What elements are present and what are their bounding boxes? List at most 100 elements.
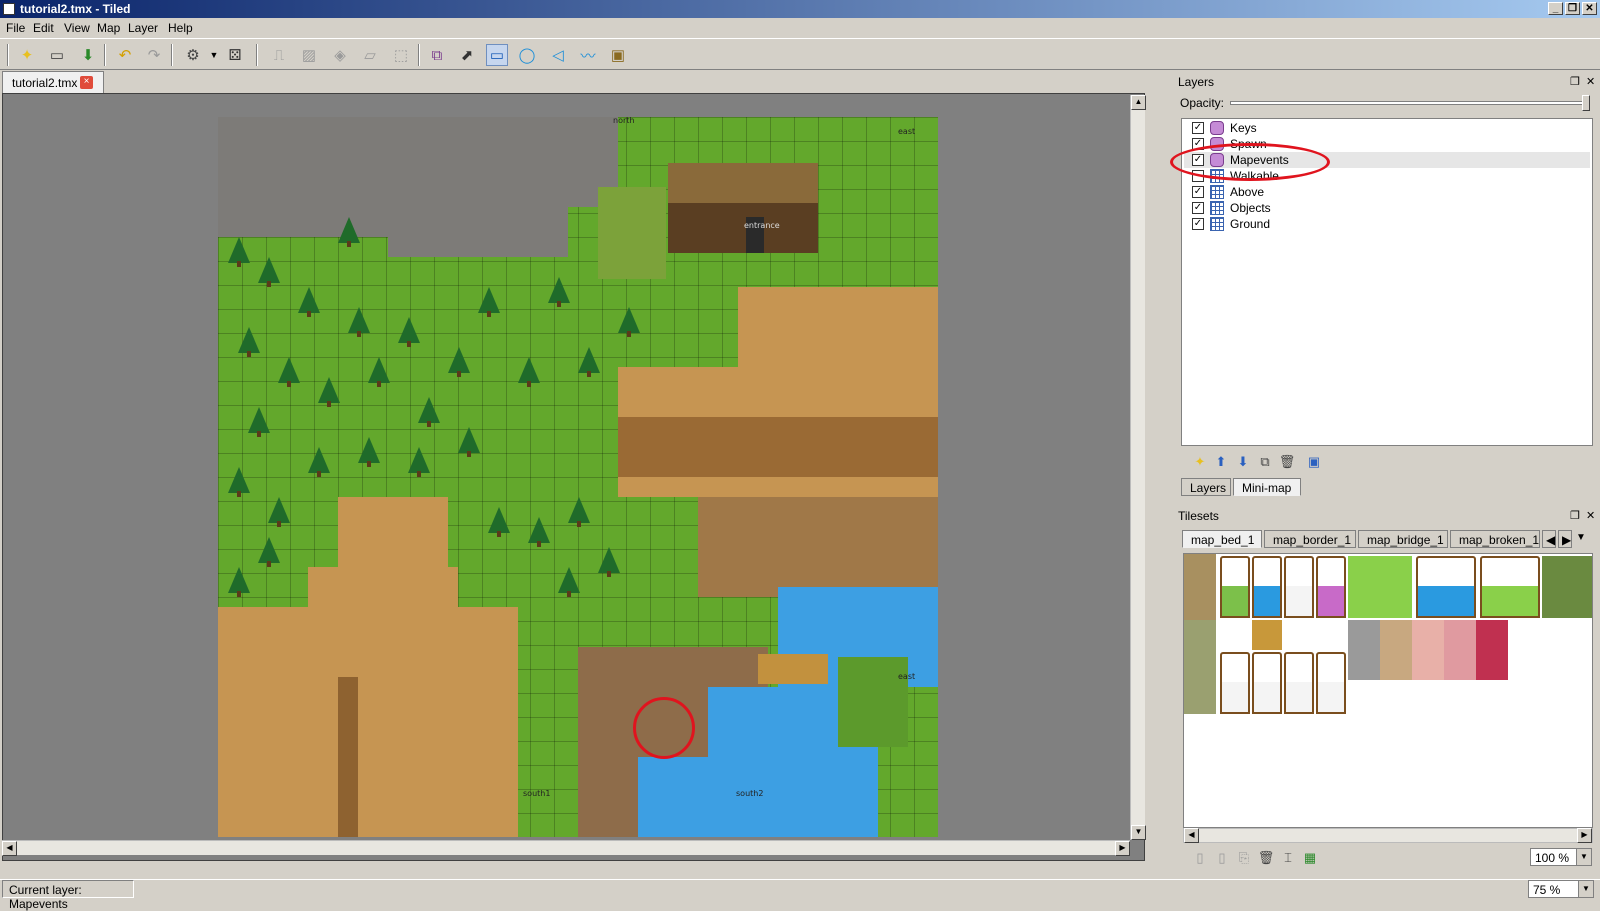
- tileset-zoom-select[interactable]: 100 % ▼: [1530, 848, 1592, 866]
- scroll-left-icon[interactable]: ◀: [2, 841, 17, 856]
- command-icon[interactable]: ⚙: [182, 44, 204, 66]
- layer-visibility-checkbox[interactable]: ✓: [1192, 186, 1204, 198]
- minimize-button[interactable]: _: [1548, 2, 1563, 15]
- tile-bed-rose[interactable]: [1444, 620, 1476, 680]
- edit-terrain-icon[interactable]: ▦: [1301, 849, 1319, 867]
- polyline-icon[interactable]: 〰: [577, 44, 599, 66]
- delete-tileset-icon[interactable]: 🗑: [1257, 849, 1275, 867]
- menu-help[interactable]: Help: [168, 21, 193, 35]
- tab-map-bridge-1[interactable]: map_bridge_1: [1358, 530, 1448, 548]
- layer-row-above[interactable]: ✓ Above: [1184, 184, 1590, 200]
- tile-bed-red[interactable]: [1476, 620, 1508, 680]
- import-tileset-icon[interactable]: ▯: [1213, 849, 1231, 867]
- raise-layer-icon[interactable]: ⬆: [1212, 453, 1230, 471]
- vertical-scrollbar[interactable]: ▲ ▼: [1130, 95, 1146, 840]
- tab-map-bed-1[interactable]: map_bed_1: [1182, 530, 1262, 548]
- tile-map[interactable]: entrance north east east south1 south2: [218, 117, 938, 837]
- tab-layers[interactable]: Layers: [1181, 478, 1231, 496]
- close-tab-icon[interactable]: ×: [80, 76, 93, 89]
- tab-scroll-right-icon[interactable]: ▶: [1558, 530, 1572, 548]
- lower-layer-icon[interactable]: ⬇: [1234, 453, 1252, 471]
- tile-object-icon[interactable]: ▣: [607, 44, 629, 66]
- layer-row-objects[interactable]: ✓ Objects: [1184, 200, 1590, 216]
- undo-icon[interactable]: ↶: [114, 44, 136, 66]
- tile-bed-grey[interactable]: [1348, 620, 1380, 680]
- close-icon[interactable]: ✕: [1586, 75, 1595, 88]
- menu-map[interactable]: Map: [97, 21, 120, 35]
- layer-visibility-checkbox[interactable]: ✓: [1192, 218, 1204, 230]
- tile-bed-green[interactable]: [1220, 556, 1250, 618]
- stamp-icon[interactable]: ⎍: [268, 44, 290, 66]
- add-layer-icon[interactable]: ✦: [1191, 453, 1209, 471]
- redo-icon[interactable]: ↷: [143, 44, 165, 66]
- tileset-view[interactable]: [1183, 553, 1593, 828]
- rect-select-icon[interactable]: ⬚: [390, 44, 412, 66]
- tile-bed-double-blue[interactable]: [1416, 556, 1476, 618]
- export-tileset-icon[interactable]: ⎘: [1235, 849, 1253, 867]
- object-select-icon[interactable]: ⬈: [456, 44, 478, 66]
- delete-layer-icon[interactable]: 🗑: [1278, 453, 1296, 471]
- polygon-icon[interactable]: ◁: [547, 44, 569, 66]
- scroll-right-icon[interactable]: ▶: [1115, 841, 1130, 856]
- tile-bed-white[interactable]: [1284, 652, 1314, 714]
- tileset-properties-icon[interactable]: ⌶: [1279, 849, 1297, 867]
- opacity-slider-handle[interactable]: [1582, 95, 1590, 111]
- open-icon[interactable]: ▭: [46, 44, 68, 66]
- close-icon[interactable]: ✕: [1586, 509, 1595, 522]
- tree: [248, 407, 270, 437]
- menu-view[interactable]: View: [64, 21, 90, 35]
- new-icon[interactable]: ✦: [16, 44, 38, 66]
- chevron-down-icon[interactable]: ▼: [1578, 881, 1593, 897]
- magic-wand-icon[interactable]: ⧉: [426, 44, 448, 66]
- new-tileset-icon[interactable]: ▯: [1191, 849, 1209, 867]
- fill-icon[interactable]: ◈: [329, 44, 351, 66]
- rect-object-icon[interactable]: ▭: [486, 44, 508, 66]
- tile-bed-green[interactable]: [1220, 652, 1250, 714]
- map-zoom-select[interactable]: 75 % ▼: [1528, 880, 1594, 898]
- tile-bed-rose[interactable]: [1412, 620, 1444, 680]
- terrain-icon[interactable]: ▨: [298, 44, 320, 66]
- layer-visibility-checkbox[interactable]: ✓: [1192, 122, 1204, 134]
- eraser-icon[interactable]: ▱: [359, 44, 381, 66]
- tab-mini-map[interactable]: Mini-map: [1233, 478, 1301, 496]
- tile-bed-blue[interactable]: [1252, 652, 1282, 714]
- chevron-down-icon[interactable]: ▼: [203, 44, 225, 66]
- tab-map-border-1[interactable]: map_border_1: [1264, 530, 1356, 548]
- float-icon[interactable]: ❐: [1570, 75, 1580, 88]
- tile-bed-white[interactable]: [1284, 556, 1314, 618]
- tile-bed-partial[interactable]: [1542, 556, 1592, 618]
- layer-row-keys[interactable]: ✓ Keys: [1184, 120, 1590, 136]
- layer-properties-icon[interactable]: ▣: [1305, 453, 1323, 471]
- horizontal-scrollbar[interactable]: ◀ ▶: [2, 840, 1130, 856]
- tile-bed-double-green[interactable]: [1348, 556, 1412, 618]
- layer-visibility-checkbox[interactable]: ✓: [1192, 202, 1204, 214]
- document-tab[interactable]: tutorial2.tmx ×: [2, 71, 104, 93]
- chevron-down-icon[interactable]: ▼: [1576, 849, 1591, 865]
- scroll-down-icon[interactable]: ▼: [1131, 825, 1146, 840]
- random-icon[interactable]: ⚄: [224, 44, 246, 66]
- scroll-up-icon[interactable]: ▲: [1131, 95, 1146, 110]
- duplicate-layer-icon[interactable]: ⧉: [1256, 453, 1274, 471]
- tab-list-icon[interactable]: ▼: [1576, 532, 1586, 543]
- scroll-right-icon[interactable]: ▶: [1577, 828, 1592, 843]
- close-window-button[interactable]: ✕: [1582, 2, 1597, 15]
- ellipse-object-icon[interactable]: ◯: [516, 44, 538, 66]
- tile-bed-pink[interactable]: [1316, 652, 1346, 714]
- opacity-slider[interactable]: [1230, 101, 1590, 105]
- scroll-left-icon[interactable]: ◀: [1184, 828, 1199, 843]
- restore-button[interactable]: ❐: [1565, 2, 1580, 15]
- tile-bed-double-white[interactable]: [1480, 556, 1540, 618]
- menu-file[interactable]: File: [6, 21, 25, 35]
- float-icon[interactable]: ❐: [1570, 509, 1580, 522]
- tile-bed-blue[interactable]: [1252, 556, 1282, 618]
- tile-bed-pink[interactable]: [1316, 556, 1346, 618]
- menu-layer[interactable]: Layer: [128, 21, 158, 35]
- menu-edit[interactable]: Edit: [33, 21, 54, 35]
- tileset-horizontal-scrollbar[interactable]: ◀ ▶: [1183, 828, 1593, 843]
- save-icon[interactable]: ⬇: [77, 44, 99, 66]
- tab-map-broken-1[interactable]: map_broken_1: [1450, 530, 1540, 548]
- tile-bed-frame[interactable]: [1252, 620, 1282, 650]
- tile-bed-tan[interactable]: [1380, 620, 1412, 680]
- tab-scroll-left-icon[interactable]: ◀: [1542, 530, 1556, 548]
- layer-row-ground[interactable]: ✓ Ground: [1184, 216, 1590, 232]
